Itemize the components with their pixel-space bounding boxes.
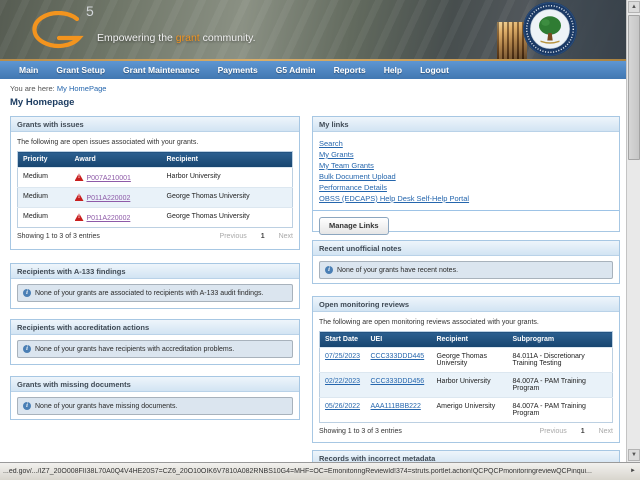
panel-accreditation-title: Recipients with accreditation actions	[11, 320, 299, 335]
link-my-grants[interactable]: My Grants	[319, 149, 613, 160]
panel-my-links: My links Search My Grants My Team Grants…	[312, 116, 620, 232]
recent-notes-info-message: i None of your grants have recent notes.	[319, 261, 613, 279]
scrollbar-thumb[interactable]	[628, 15, 640, 160]
nav-item-grant-setup[interactable]: Grant Setup	[47, 65, 114, 75]
grants-with-issues-description: The following are open issues associated…	[11, 132, 299, 151]
table-row: Medium !P007A210001 Harbor University	[18, 168, 293, 188]
panel-recent-notes-title: Recent unofficial notes	[313, 241, 619, 256]
col-recipient: Recipient	[432, 332, 508, 348]
nav-item-help[interactable]: Help	[375, 65, 411, 75]
warning-icon: !	[75, 193, 84, 201]
scroll-up-icon[interactable]: ▲	[628, 1, 640, 13]
award-link[interactable]: P007A210001	[87, 175, 131, 182]
previous-page-button[interactable]: Previous	[540, 428, 567, 435]
panel-open-monitoring-reviews: Open monitoring reviews The following ar…	[312, 296, 620, 443]
nav-item-reports[interactable]: Reports	[325, 65, 375, 75]
page-title: My Homepage	[10, 97, 74, 108]
vertical-scrollbar[interactable]: ▲ ▼	[626, 0, 640, 462]
info-icon: i	[23, 289, 31, 297]
table-row: 07/25/2023 CCC333DDD445 George Thomas Un…	[320, 348, 613, 373]
panel-monitoring-title: Open monitoring reviews	[313, 297, 619, 312]
issues-pagination: Showing 1 to 3 of 3 entries Previous 1 N…	[11, 228, 299, 240]
col-subprogram: Subprogram	[508, 332, 613, 348]
app-header: 5 Empowering the grant community.	[0, 0, 640, 59]
breadcrumb-prefix: You are here:	[10, 84, 55, 93]
a133-info-message: i None of your grants are associated to …	[17, 284, 293, 302]
link-performance-details[interactable]: Performance Details	[319, 182, 613, 193]
my-links-separator	[313, 210, 619, 211]
panel-missing-documents-title: Grants with missing documents	[11, 377, 299, 392]
nav-item-g5-admin[interactable]: G5 Admin	[267, 65, 325, 75]
main-navbar: Main Grant Setup Grant Maintenance Payme…	[0, 61, 640, 79]
panel-my-links-title: My links	[313, 117, 619, 132]
panel-accreditation-actions: Recipients with accreditation actions i …	[10, 319, 300, 365]
manage-links-button[interactable]: Manage Links	[319, 217, 389, 235]
warning-icon: !	[75, 173, 84, 181]
previous-page-button[interactable]: Previous	[220, 233, 247, 240]
col-recipient: Recipient	[162, 152, 293, 168]
col-award: Award	[70, 152, 162, 168]
scroll-down-icon[interactable]: ▼	[628, 449, 640, 461]
panel-recent-unofficial-notes: Recent unofficial notes i None of your g…	[312, 240, 620, 284]
grants-with-issues-table: Priority Award Recipient Medium !P007A21…	[17, 151, 293, 228]
table-row: 05/26/2022 AAA111BBB222 Amerigo Universi…	[320, 398, 613, 423]
link-obss-help-desk[interactable]: OBSS (EDCAPS) Help Desk Self-Help Portal	[319, 193, 613, 204]
panel-grants-with-issues: Grants with issues The following are ope…	[10, 116, 300, 250]
link-my-team-grants[interactable]: My Team Grants	[319, 160, 613, 171]
start-date-link[interactable]: 05/26/2022	[325, 403, 360, 410]
table-row: Medium !P011A220002 George Thomas Univer…	[18, 208, 293, 228]
breadcrumb: You are here: My HomePage	[10, 84, 106, 93]
award-link[interactable]: P011A220002	[87, 195, 131, 202]
uei-link[interactable]: CCC333DDD445	[371, 353, 425, 360]
monitoring-pagination: Showing 1 to 3 of 3 entries Previous 1 N…	[313, 423, 619, 435]
panel-a133-title: Recipients with A-133 findings	[11, 264, 299, 279]
warning-icon: !	[75, 213, 84, 221]
breadcrumb-current-link[interactable]: My HomePage	[57, 84, 107, 93]
scroll-right-icon[interactable]: ►	[630, 468, 636, 474]
info-icon: i	[23, 345, 31, 353]
uei-link[interactable]: AAA111BBB222	[371, 403, 421, 410]
dept-of-education-seal-icon	[522, 1, 578, 57]
missing-documents-info-message: i None of your grants have missing docum…	[17, 397, 293, 415]
accreditation-info-message: i None of your grants have recipients wi…	[17, 340, 293, 358]
status-bar: ...ed.gov/.../IZ7_20O008FII38L70A0Q4V4HE…	[0, 462, 640, 480]
showing-entries-label: Showing 1 to 3 of 3 entries	[17, 233, 100, 240]
link-search[interactable]: Search	[319, 138, 613, 149]
page-number-button[interactable]: 1	[581, 428, 585, 435]
panel-a133-findings: Recipients with A-133 findings i None of…	[10, 263, 300, 309]
monitoring-reviews-table: Start Date UEI Recipient Subprogram 07/2…	[319, 331, 613, 423]
next-page-button[interactable]: Next	[599, 428, 613, 435]
monitoring-description: The following are open monitoring review…	[313, 312, 619, 331]
col-priority: Priority	[18, 152, 70, 168]
next-page-button[interactable]: Next	[279, 233, 293, 240]
award-link[interactable]: P011A220002	[87, 215, 131, 222]
panel-missing-documents: Grants with missing documents i None of …	[10, 376, 300, 420]
start-date-link[interactable]: 02/22/2023	[325, 378, 360, 385]
link-bulk-document-upload[interactable]: Bulk Document Upload	[319, 171, 613, 182]
g5-logo-five: 5	[86, 3, 94, 19]
nav-item-payments[interactable]: Payments	[209, 65, 267, 75]
g5-logo-icon	[28, 11, 90, 53]
header-tagline: Empowering the grant community.	[97, 32, 256, 44]
status-url: ...ed.gov/.../IZ7_20O008FII38L70A0Q4V4HE…	[3, 468, 592, 475]
info-icon: i	[325, 266, 333, 274]
start-date-link[interactable]: 07/25/2023	[325, 353, 360, 360]
showing-entries-label: Showing 1 to 3 of 3 entries	[319, 428, 402, 435]
table-row: Medium !P011A220002 George Thomas Univer…	[18, 188, 293, 208]
uei-link[interactable]: CCC333DDD456	[371, 378, 425, 385]
info-icon: i	[23, 402, 31, 410]
col-start-date: Start Date	[320, 332, 366, 348]
nav-item-grant-maintenance[interactable]: Grant Maintenance	[114, 65, 209, 75]
table-row: 02/22/2023 CCC333DDD456 Harbor Universit…	[320, 373, 613, 398]
panel-grants-with-issues-title: Grants with issues	[11, 117, 299, 132]
col-uei: UEI	[366, 332, 432, 348]
nav-item-logout[interactable]: Logout	[411, 65, 458, 75]
nav-item-main[interactable]: Main	[10, 65, 47, 75]
my-links-list: Search My Grants My Team Grants Bulk Doc…	[313, 132, 619, 204]
page-number-button[interactable]: 1	[261, 233, 265, 240]
